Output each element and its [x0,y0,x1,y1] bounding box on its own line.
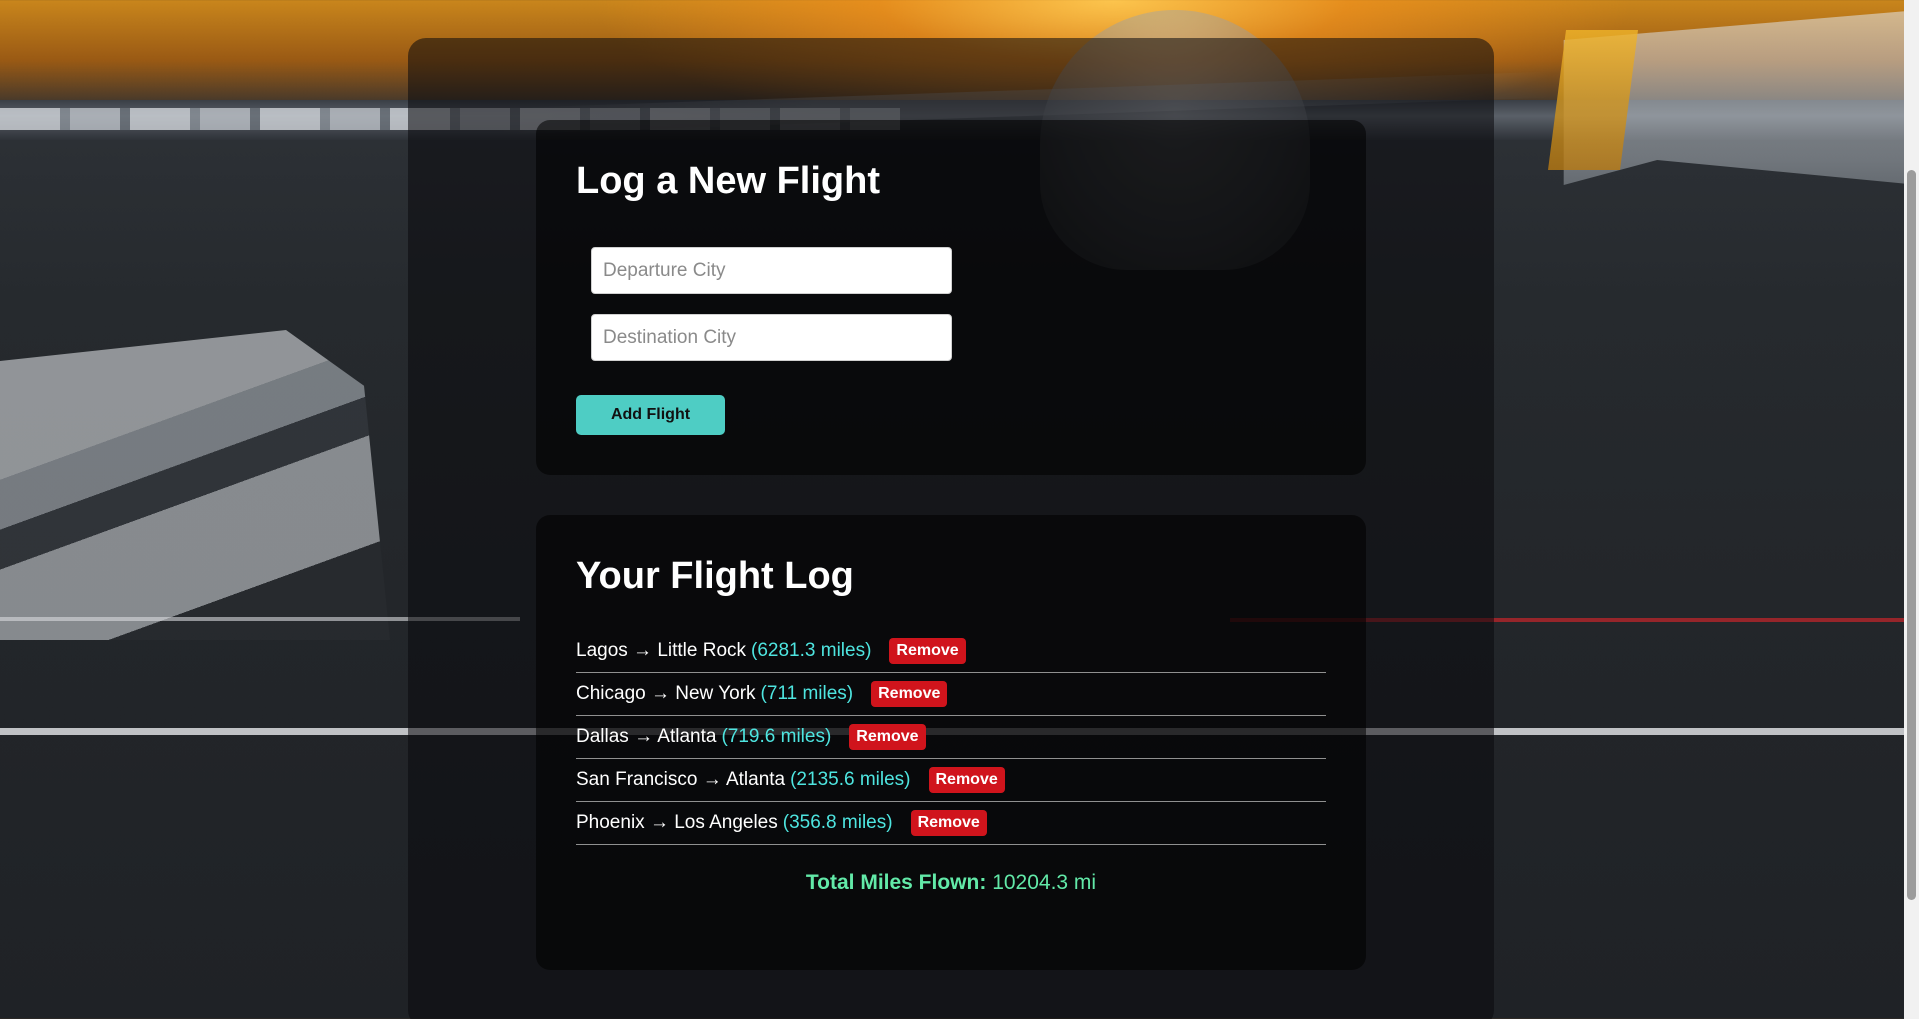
total-miles-value: 10204.3 mi [992,871,1097,894]
flight-miles: (6281.3 miles) [751,640,872,661]
flight-miles: (356.8 miles) [782,812,893,833]
flight-item: Chicago → New York (711 miles) Remove [576,673,1326,716]
remove-flight-button[interactable]: Remove [871,681,948,707]
flight-route: Chicago → New York [576,683,756,704]
total-miles-label: Total Miles Flown: [805,871,987,894]
flight-route: Phoenix → Los Angeles [576,812,778,833]
destination-city-input[interactable] [591,314,952,361]
new-flight-form: Log a New Flight Add Flight [536,120,1366,475]
remove-flight-button[interactable]: Remove [928,767,1005,793]
flight-list: Lagos → Little Rock (6281.3 miles) Remov… [576,630,1326,845]
remove-flight-button[interactable]: Remove [889,638,966,664]
flight-item: Lagos → Little Rock (6281.3 miles) Remov… [576,630,1326,673]
form-title: Log a New Flight [576,160,880,202]
total-miles: Total Miles Flown: 10204.3 mi [536,871,1366,895]
flight-route: Lagos → Little Rock [576,640,747,661]
flight-miles: (719.6 miles) [721,726,832,747]
flight-item: Dallas → Atlanta (719.6 miles) Remove [576,716,1326,759]
flight-log-title: Your Flight Log [576,555,854,597]
flight-item: San Francisco → Atlanta (2135.6 miles) R… [576,759,1326,802]
remove-flight-button[interactable]: Remove [910,810,987,836]
page-scrollbar[interactable] [1904,0,1919,1019]
remove-flight-button[interactable]: Remove [849,724,926,750]
flight-route: San Francisco → Atlanta [576,769,786,790]
flight-miles: (711 miles) [760,683,854,704]
flight-log-panel: Your Flight Log Lagos → Little Rock (628… [536,515,1366,970]
scrollbar-thumb[interactable] [1907,170,1916,900]
departure-city-input[interactable] [591,247,952,294]
flight-miles: (2135.6 miles) [790,769,911,790]
flight-route: Dallas → Atlanta [576,726,717,747]
add-flight-button[interactable]: Add Flight [576,395,725,435]
flight-item: Phoenix → Los Angeles (356.8 miles) Remo… [576,802,1326,845]
